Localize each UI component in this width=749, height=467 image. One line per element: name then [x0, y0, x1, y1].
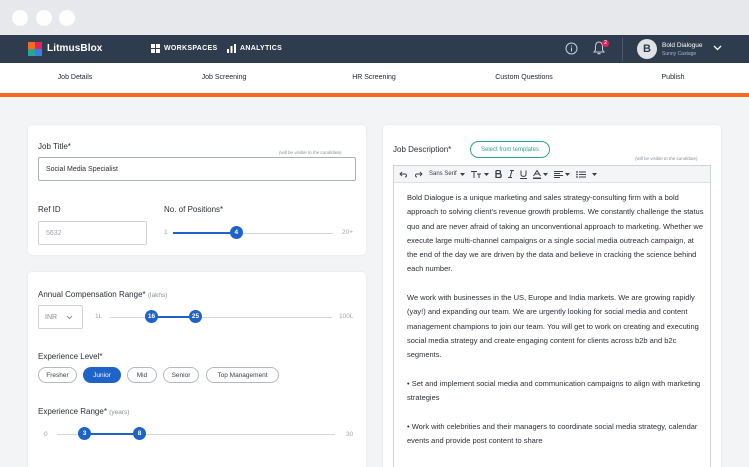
editor-content[interactable]: Bold Dialogue is a unique marketing and …	[407, 191, 705, 463]
user-name: Bold Dialogue	[662, 42, 703, 49]
job-title-label: Job Title*	[38, 142, 71, 151]
experience-range-label-text: Experience Range*	[38, 407, 107, 416]
more-options-caret-icon[interactable]	[591, 172, 597, 176]
nav-workspaces[interactable]: WORKSPACES	[151, 44, 217, 53]
experience-slider-fill	[84, 433, 139, 435]
step-tabs: Job Details Job Screening HR Screening C…	[0, 63, 749, 93]
window-close-button[interactable]	[12, 10, 28, 26]
positions-label: No. of Positions*	[164, 205, 224, 214]
user-avatar[interactable]: B	[637, 39, 657, 59]
rich-text-editor[interactable]: Sans Serif Bold Dialogue is a unique mar…	[393, 165, 711, 467]
experience-max: 30	[346, 431, 354, 438]
description-paragraph: We work with businesses in the US, Europ…	[407, 293, 699, 360]
experience-range-label: Experience Range* (years)	[38, 407, 129, 416]
caret-down-icon	[564, 172, 570, 176]
ref-id-label: Ref ID	[38, 205, 61, 214]
positions-max: 20+	[342, 229, 354, 236]
font-size-select[interactable]	[470, 170, 489, 178]
description-paragraph: Bold Dialogue is a unique marketing and …	[407, 193, 704, 274]
compensation-slider-track[interactable]	[110, 317, 332, 318]
level-option-senior[interactable]: Senior	[163, 367, 199, 383]
positions-min: 1	[164, 229, 168, 236]
editor-toolbar: Sans Serif	[394, 166, 710, 183]
navbar-divider	[622, 37, 623, 61]
experience-min: 0	[44, 431, 48, 438]
tab-job-details[interactable]: Job Details	[58, 74, 93, 81]
job-title-visibility-hint: (will be visible to the candidate)	[279, 150, 342, 155]
level-option-fresher[interactable]: Fresher	[38, 367, 77, 383]
experience-low-thumb[interactable]: 3	[78, 427, 91, 440]
font-family-value: Sans Serif	[429, 171, 457, 177]
job-title-value: Social Media Specialist	[46, 165, 118, 173]
compensation-max: 100L	[339, 313, 354, 320]
text-size-icon	[470, 170, 481, 178]
compensation-label-text: Annual Compensation Range*	[38, 290, 146, 299]
redo-icon[interactable]	[414, 171, 423, 178]
window-maximize-button[interactable]	[59, 10, 75, 26]
description-bullet: • Set and implement social media and com…	[407, 378, 701, 403]
compensation-min: 1L	[95, 313, 103, 320]
tab-custom-questions[interactable]: Custom Questions	[495, 74, 553, 81]
nav-analytics-label: ANALYTICS	[240, 45, 283, 52]
window-titlebar	[0, 0, 749, 35]
select-template-button[interactable]: Select from templates	[470, 141, 550, 158]
chevron-down-icon	[66, 315, 73, 319]
currency-value: INR	[45, 313, 58, 321]
chevron-down-icon[interactable]	[713, 45, 722, 51]
positions-slider-thumb[interactable]: 4	[229, 226, 243, 239]
positions-slider-fill	[173, 232, 237, 234]
bold-icon[interactable]	[495, 170, 502, 178]
experience-range-unit: (years)	[109, 409, 130, 416]
compensation-unit: (lakhs)	[147, 292, 168, 299]
font-family-select[interactable]: Sans Serif	[429, 171, 465, 177]
grid-icon	[151, 44, 160, 53]
align-left-icon	[553, 170, 563, 178]
ref-id-input[interactable]: 5632	[38, 221, 147, 245]
currency-select[interactable]: INR	[38, 305, 83, 329]
litmusblox-logo-icon	[28, 42, 42, 56]
level-option-junior[interactable]: Junior	[83, 367, 121, 383]
description-bullet: • Work with celebrities and their manage…	[407, 421, 698, 446]
experience-high-thumb[interactable]: 8	[133, 427, 146, 440]
user-subtitle: Sunny Castage	[662, 51, 697, 57]
description-visibility-hint: (will be visible to the candidate)	[635, 156, 698, 161]
compensation-high-thumb[interactable]: 25	[189, 310, 202, 323]
tab-job-screening[interactable]: Job Screening	[202, 74, 247, 81]
window-minimize-button[interactable]	[36, 10, 52, 26]
job-title-input[interactable]: Social Media Specialist	[38, 157, 356, 181]
tab-hr-screening[interactable]: HR Screening	[352, 74, 396, 81]
level-option-top-management[interactable]: Top Management	[206, 367, 279, 383]
progress-bar	[0, 93, 749, 97]
compensation-low-thumb[interactable]: 16	[145, 310, 158, 323]
ref-id-placeholder: 5632	[46, 229, 62, 237]
nav-analytics[interactable]: ANALYTICS	[227, 44, 282, 53]
caret-down-icon	[483, 172, 489, 176]
info-icon[interactable]	[565, 42, 578, 55]
level-option-mid[interactable]: Mid	[127, 367, 157, 383]
font-color-select[interactable]	[532, 169, 548, 179]
caret-down-icon	[542, 172, 548, 176]
job-description-label: Job Description*	[393, 145, 452, 154]
notification-badge: 2	[602, 40, 609, 47]
align-select[interactable]	[553, 170, 570, 178]
tab-publish[interactable]: Publish	[662, 74, 685, 81]
undo-icon[interactable]	[399, 171, 408, 178]
experience-level-label: Experience Level*	[38, 352, 103, 361]
italic-icon[interactable]	[507, 170, 514, 178]
bar-chart-icon	[227, 44, 236, 53]
brand-name: LitmusBlox	[47, 43, 103, 54]
nav-workspaces-label: WORKSPACES	[164, 45, 218, 52]
underline-icon[interactable]	[519, 170, 527, 179]
font-color-icon	[532, 169, 541, 179]
compensation-label: Annual Compensation Range* (lakhs)	[38, 290, 167, 299]
bullet-list-icon[interactable]	[575, 170, 586, 178]
caret-down-icon	[459, 172, 465, 176]
